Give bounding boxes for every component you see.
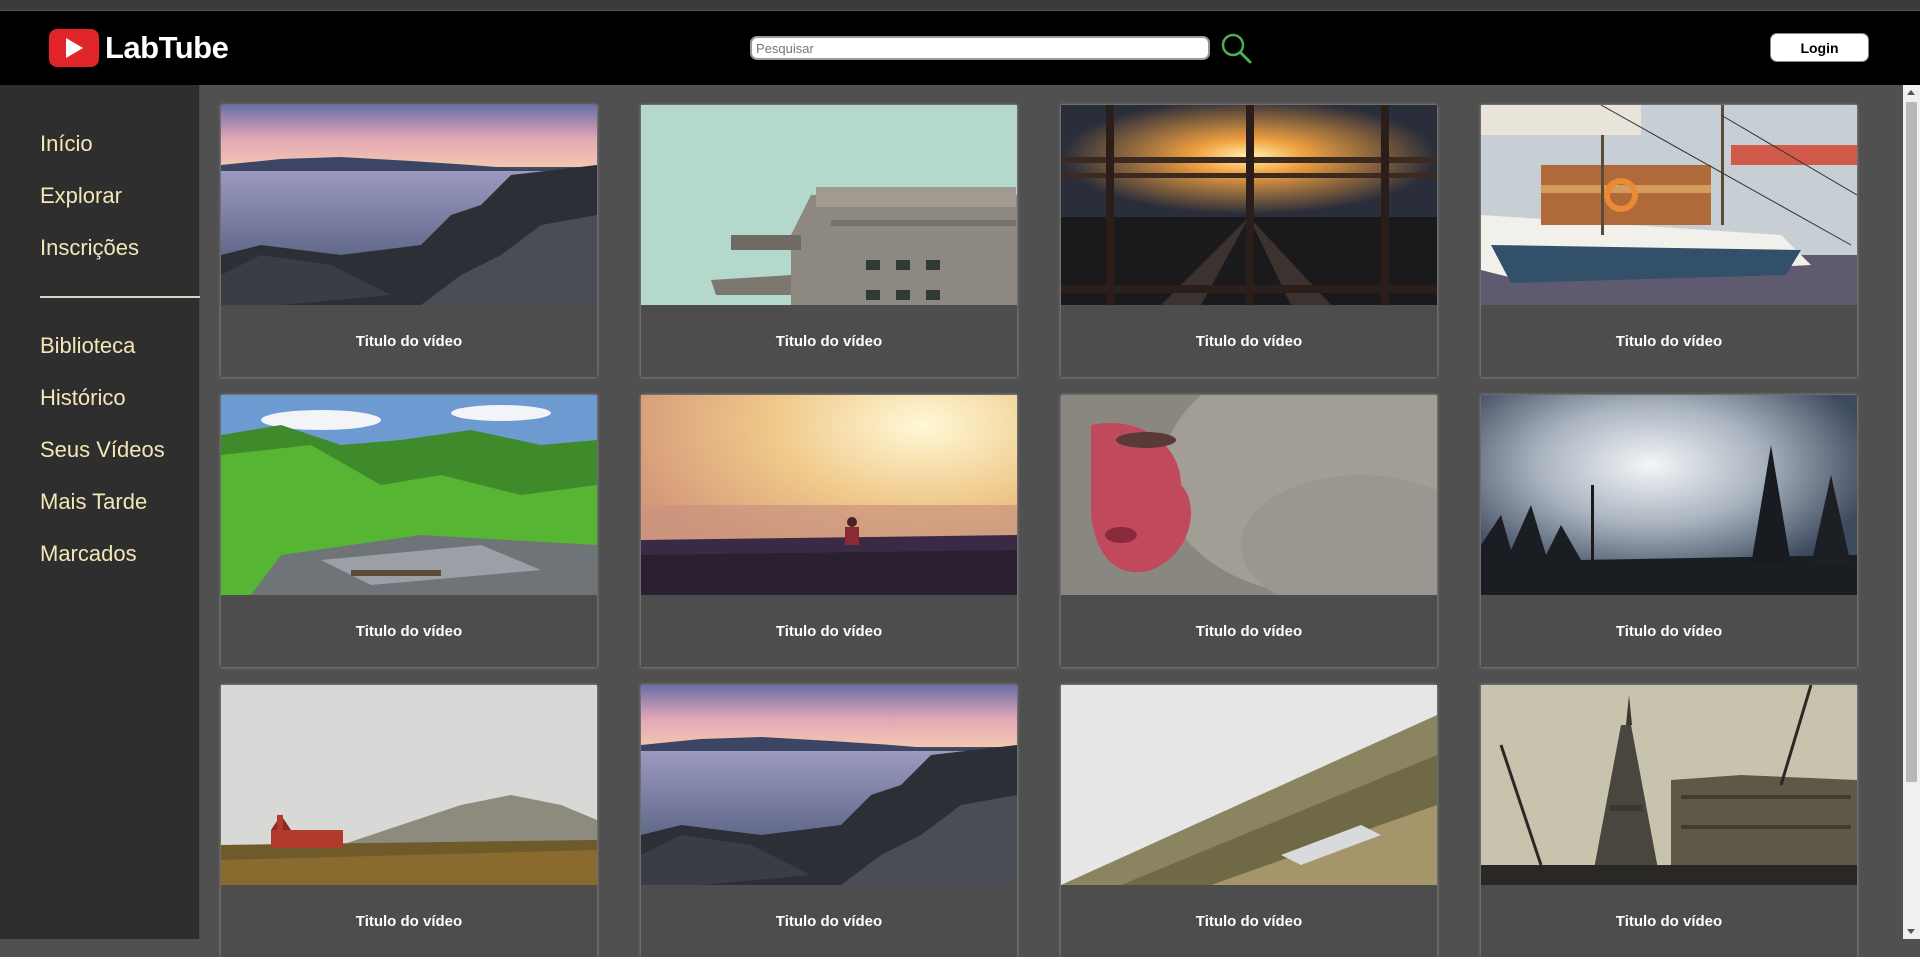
- sidebar-item-inscricoes[interactable]: Inscrições: [40, 235, 139, 261]
- video-title[interactable]: Titulo do vídeo: [1481, 885, 1857, 957]
- video-card[interactable]: Titulo do vídeo: [1481, 685, 1857, 957]
- search-button[interactable]: [1219, 31, 1255, 67]
- sidebar-item-marcados[interactable]: Marcados: [40, 541, 137, 567]
- video-card[interactable]: Titulo do vídeo: [221, 395, 597, 667]
- video-thumbnail[interactable]: [221, 395, 597, 595]
- video-card[interactable]: Titulo do vídeo: [641, 685, 1017, 957]
- sidebar-item-seus-videos[interactable]: Seus Vídeos: [40, 437, 165, 463]
- play-icon: [49, 29, 99, 67]
- video-thumbnail[interactable]: [1061, 105, 1437, 305]
- scroll-down-arrow-icon[interactable]: [1907, 929, 1915, 934]
- video-thumbnail[interactable]: [1061, 395, 1437, 595]
- scrollbar[interactable]: [1903, 85, 1920, 939]
- video-card[interactable]: Titulo do vídeo: [221, 105, 597, 377]
- video-title[interactable]: Titulo do vídeo: [641, 305, 1017, 377]
- sidebar-item-explorar[interactable]: Explorar: [40, 183, 122, 209]
- video-card[interactable]: Titulo do vídeo: [1481, 105, 1857, 377]
- video-title[interactable]: Titulo do vídeo: [641, 595, 1017, 667]
- video-title[interactable]: Titulo do vídeo: [221, 595, 597, 667]
- sidebar: Início Explorar Inscrições Biblioteca Hi…: [0, 85, 200, 939]
- video-title[interactable]: Titulo do vídeo: [1481, 595, 1857, 667]
- video-title[interactable]: Titulo do vídeo: [1061, 305, 1437, 377]
- video-thumbnail[interactable]: [1481, 105, 1857, 305]
- video-thumbnail[interactable]: [641, 105, 1017, 305]
- logo[interactable]: LabTube: [49, 29, 229, 67]
- video-title[interactable]: Titulo do vídeo: [641, 885, 1017, 957]
- video-card[interactable]: Titulo do vídeo: [1481, 395, 1857, 667]
- video-thumbnail[interactable]: [1481, 685, 1857, 885]
- header: LabTube Login: [0, 11, 1920, 85]
- video-thumbnail[interactable]: [221, 105, 597, 305]
- video-title[interactable]: Titulo do vídeo: [1061, 885, 1437, 957]
- video-thumbnail[interactable]: [1061, 685, 1437, 885]
- search-input[interactable]: [750, 36, 1210, 60]
- video-card[interactable]: Titulo do vídeo: [641, 395, 1017, 667]
- video-card[interactable]: Titulo do vídeo: [1061, 395, 1437, 667]
- video-thumbnail[interactable]: [221, 685, 597, 885]
- video-title[interactable]: Titulo do vídeo: [1481, 305, 1857, 377]
- browser-top-strip: [0, 0, 1920, 11]
- sidebar-item-historico[interactable]: Histórico: [40, 385, 126, 411]
- login-button[interactable]: Login: [1770, 33, 1869, 62]
- sidebar-item-biblioteca[interactable]: Biblioteca: [40, 333, 135, 359]
- video-title[interactable]: Titulo do vídeo: [221, 885, 597, 957]
- app-name: LabTube: [105, 30, 229, 65]
- scroll-up-arrow-icon[interactable]: [1907, 90, 1915, 95]
- video-card[interactable]: Titulo do vídeo: [221, 685, 597, 957]
- video-card[interactable]: Titulo do vídeo: [1061, 685, 1437, 957]
- video-card[interactable]: Titulo do vídeo: [641, 105, 1017, 377]
- video-thumbnail[interactable]: [641, 395, 1017, 595]
- search-icon: [1221, 33, 1252, 64]
- video-thumbnail[interactable]: [1481, 395, 1857, 595]
- sidebar-item-mais-tarde[interactable]: Mais Tarde: [40, 489, 147, 515]
- video-title[interactable]: Titulo do vídeo: [221, 305, 597, 377]
- video-title[interactable]: Titulo do vídeo: [1061, 595, 1437, 667]
- video-card[interactable]: Titulo do vídeo: [1061, 105, 1437, 377]
- scroll-thumb[interactable]: [1906, 102, 1917, 782]
- sidebar-item-inicio[interactable]: Início: [40, 131, 93, 157]
- sidebar-divider: [40, 296, 200, 298]
- video-thumbnail[interactable]: [641, 685, 1017, 885]
